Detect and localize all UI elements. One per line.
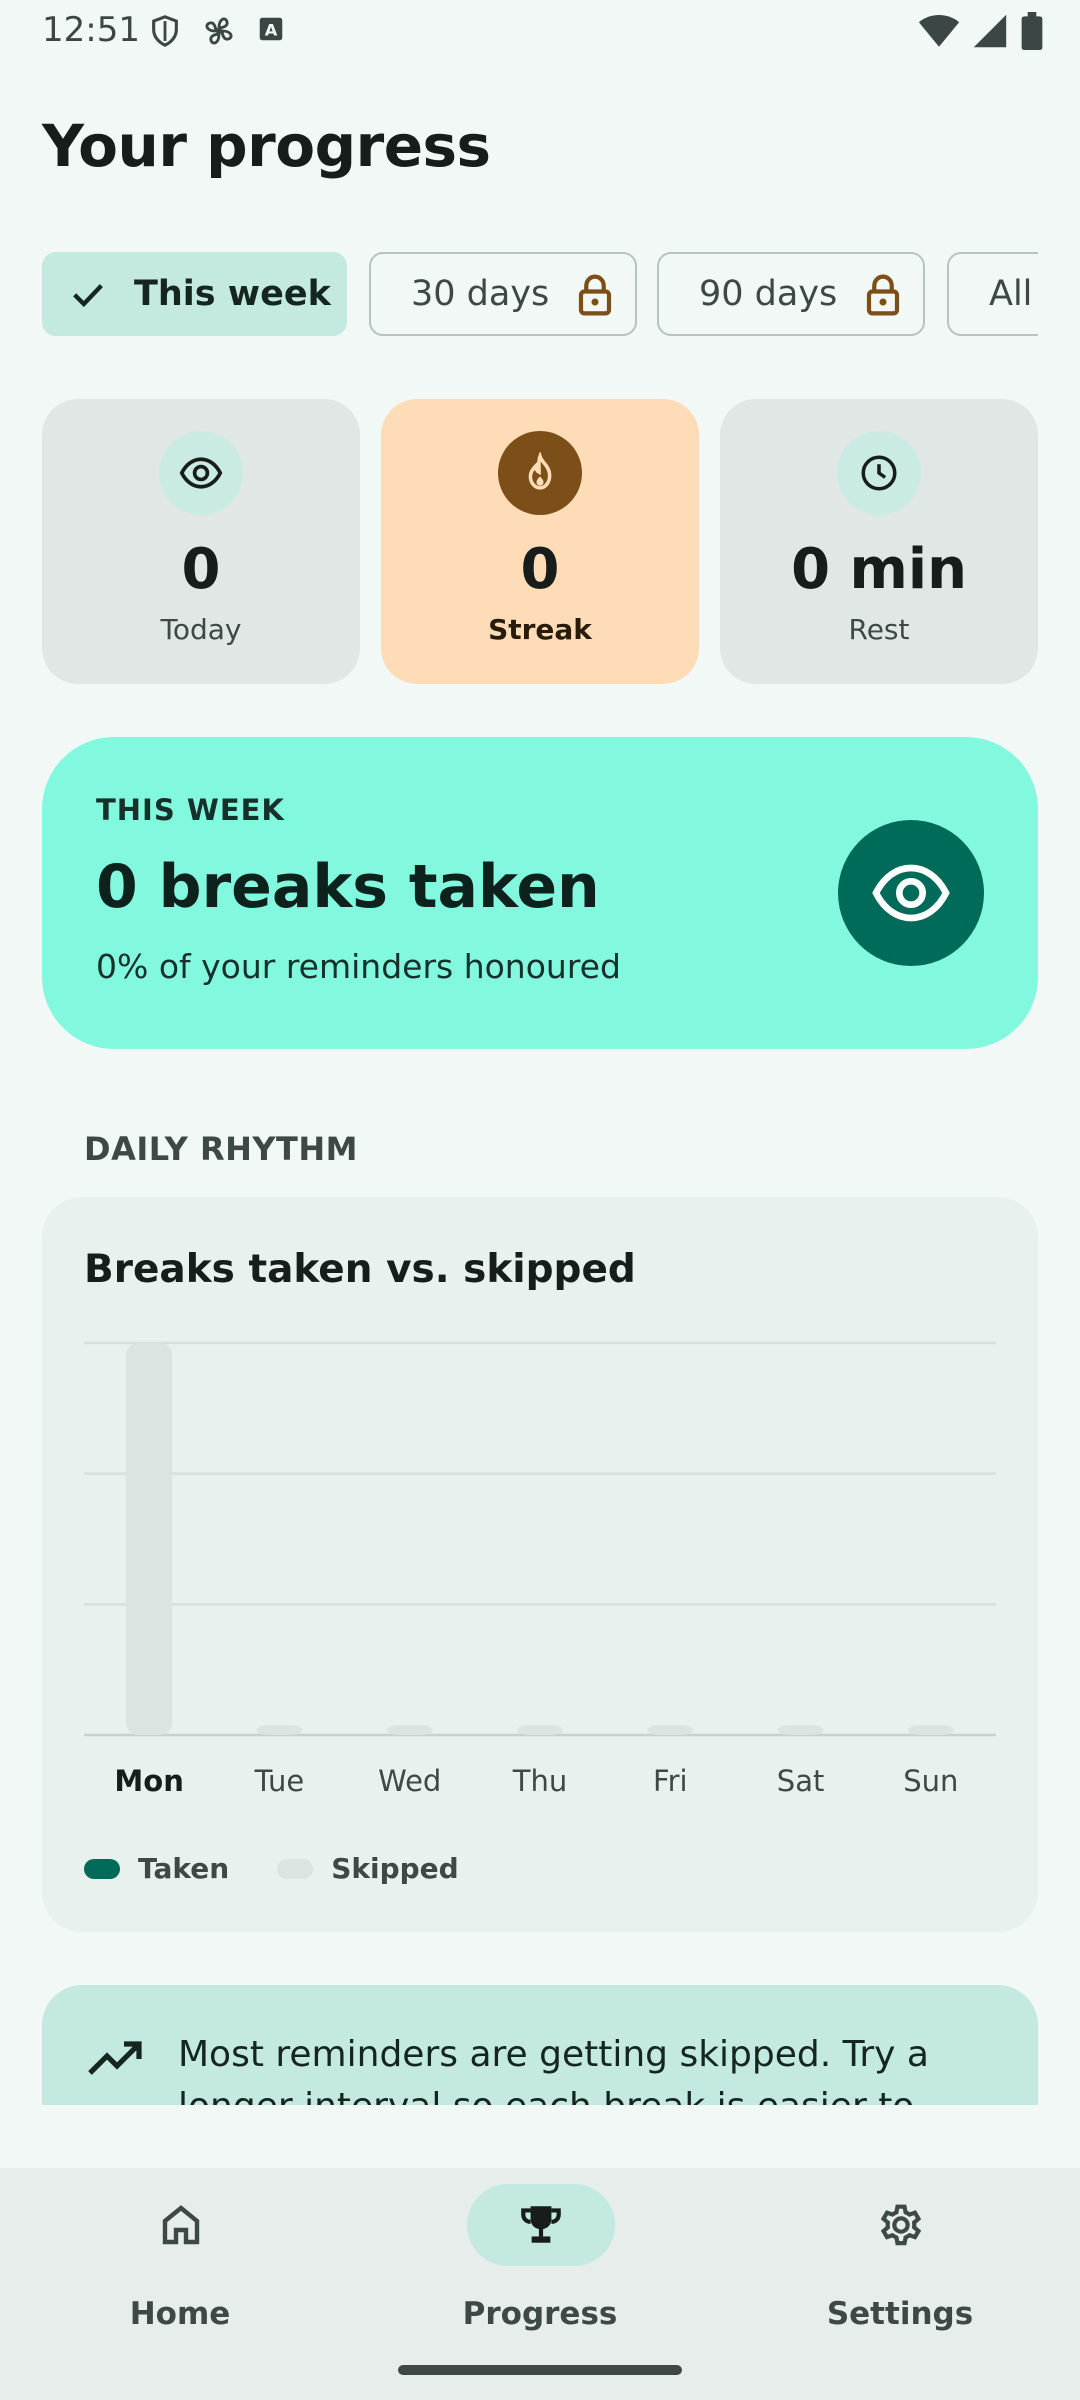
summary-subtitle: 0% of your reminders honoured — [96, 947, 621, 986]
x-tick-label: Sat — [777, 1764, 825, 1798]
x-tick-label: Fri — [653, 1764, 688, 1798]
legend-swatch-skipped — [277, 1858, 314, 1879]
bar-skipped-sat — [777, 1725, 824, 1735]
chip-90-days[interactable]: 90 days — [657, 252, 925, 336]
bar-skipped-fri — [647, 1725, 694, 1735]
bar-skipped-thu — [517, 1725, 563, 1735]
stat-value: 0 min — [791, 537, 967, 602]
eye-icon — [872, 864, 950, 922]
stat-icon — [159, 431, 243, 515]
keyboard-a-icon: A — [259, 17, 283, 41]
legend-item-skipped: Skipped — [277, 1852, 459, 1885]
trophy-icon — [521, 2206, 561, 2243]
page-title: Your progress — [42, 112, 491, 180]
chip-label: This week — [134, 274, 331, 314]
gear-icon — [880, 2204, 922, 2246]
nav-label: Home — [129, 2296, 231, 2332]
nav-label: Settings — [826, 2296, 974, 2332]
chip-all[interactable]: All — [947, 252, 1038, 336]
section-label: DAILY RHYTHM — [84, 1130, 358, 1168]
tip-card: Most reminders are getting skipped. Try … — [42, 1985, 1038, 2105]
chip-label: All — [989, 274, 1033, 314]
bar-skipped-tue — [256, 1725, 303, 1735]
chip-label: 30 days — [411, 274, 550, 314]
x-tick-label: Sun — [903, 1764, 958, 1798]
tip-text: Most reminders are getting skipped. Try … — [178, 2034, 929, 2105]
bar-skipped-mon — [126, 1343, 173, 1735]
battery-icon — [1021, 12, 1043, 50]
status-bar: 12:51 A — [0, 0, 1080, 62]
breaks-bar-chart: Mon Tue Wed Thu Fri Sat Sun — [84, 1341, 996, 1798]
weekly-summary-card: THIS WEEK 0 breaks taken 0% of your remi… — [42, 737, 1038, 1049]
summary-title: 0 breaks taken — [96, 852, 600, 922]
fan-icon — [205, 17, 233, 45]
status-icons-left: A — [148, 12, 286, 50]
stat-icon — [498, 431, 582, 515]
bar-skipped-wed — [386, 1725, 433, 1735]
legend-item-taken: Taken — [84, 1852, 229, 1885]
shield-icon — [152, 15, 178, 47]
chart-title: Breaks taken vs. skipped — [84, 1247, 636, 1292]
nav-label: Progress — [462, 2296, 618, 2332]
legend-swatch-taken — [84, 1858, 120, 1879]
flame-icon — [528, 452, 552, 490]
home-icon — [162, 2205, 200, 2245]
chip-30-days[interactable]: 30 days — [369, 252, 637, 336]
signal-icon — [973, 14, 1007, 48]
x-tick-label: Mon — [114, 1764, 183, 1798]
legend-label-skipped: Skipped — [331, 1852, 459, 1885]
daily-rhythm-chart-card: Breaks taken vs. skipped Mon Tue Wed Thu Fri… — [42, 1197, 1038, 1932]
summary-icon — [838, 820, 984, 966]
summary-eyebrow: THIS WEEK — [96, 793, 285, 827]
lock-icon — [578, 274, 612, 316]
status-icons-right — [918, 12, 1044, 50]
x-tick-label: Tue — [254, 1764, 305, 1798]
chip-label: 90 days — [699, 274, 838, 314]
eye-icon — [179, 457, 223, 489]
stat-label: Today — [160, 613, 242, 646]
x-tick-label: Thu — [512, 1764, 567, 1798]
lock-icon — [866, 274, 900, 316]
nav-pill — [467, 2184, 615, 2266]
stat-card-rest: 0 min Rest — [720, 399, 1038, 684]
trending-up-icon — [88, 2041, 142, 2075]
x-tick-label: Wed — [378, 1764, 441, 1798]
stat-card-streak: 0 Streak — [381, 399, 699, 684]
wifi-icon — [918, 15, 960, 47]
svg-text:A: A — [265, 20, 278, 39]
status-time: 12:51 — [42, 10, 140, 50]
legend-label-taken: Taken — [138, 1852, 230, 1885]
nav-item-home[interactable]: Home — [0, 2168, 360, 2400]
stat-value: 0 — [520, 537, 560, 602]
nav-item-settings[interactable]: Settings — [720, 2168, 1080, 2400]
check-icon — [73, 284, 103, 308]
home-indicator — [398, 2365, 682, 2375]
clock-icon — [861, 455, 897, 491]
stat-icon — [837, 431, 921, 515]
bar-skipped-sun — [907, 1725, 954, 1735]
stat-value: 0 — [181, 537, 221, 602]
stat-label: Streak — [488, 613, 592, 646]
nav-pill — [107, 2184, 255, 2266]
stat-card-today: 0 Today — [42, 399, 360, 684]
time-range-filters: This week 30 days 90 days All — [42, 252, 1038, 336]
stat-label: Rest — [848, 613, 910, 646]
chip-this-week[interactable]: This week — [42, 252, 347, 336]
nav-pill — [827, 2184, 975, 2266]
chart-legend: Taken Skipped — [84, 1852, 507, 1885]
